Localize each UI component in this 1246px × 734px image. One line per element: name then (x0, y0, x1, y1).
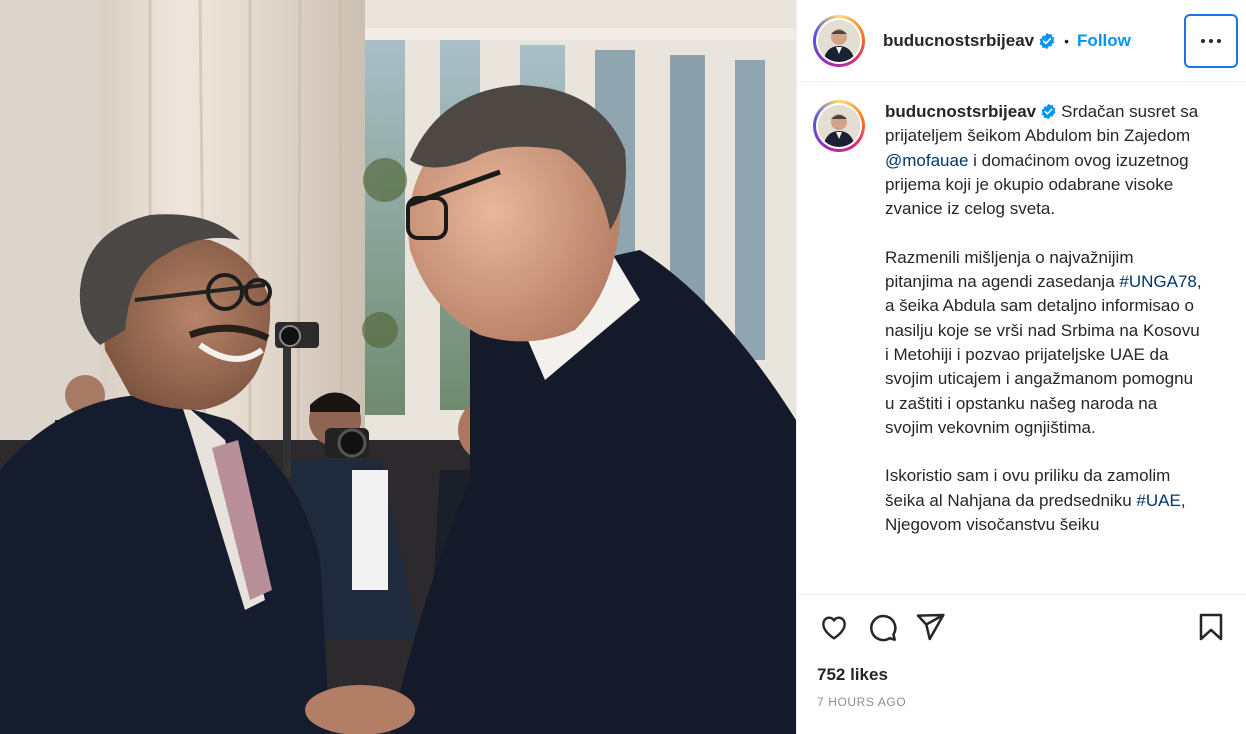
story-ring[interactable] (813, 14, 865, 67)
caption-text: buducnostsrbijeav Srdačan susret sa prija… (885, 100, 1205, 562)
caption-avatar (818, 105, 860, 147)
separator-dot: • (1064, 32, 1070, 49)
post-sidebar: buducnostsrbijeav • Follow buducnostsrbi… (796, 0, 1246, 734)
post-header: buducnostsrbijeav • Follow (797, 0, 1246, 82)
username-link[interactable]: buducnostsrbijeav (883, 31, 1034, 51)
post-photo[interactable] (0, 0, 796, 734)
caption-story-ring[interactable] (813, 100, 865, 152)
like-button[interactable] (817, 610, 851, 644)
verified-badge-icon (1039, 32, 1055, 49)
instagram-post: buducnostsrbijeav • Follow buducnostsrbi… (0, 0, 1246, 734)
action-bar (817, 609, 1230, 645)
caption-area: buducnostsrbijeav Srdačan susret sa prija… (797, 82, 1246, 594)
caption-paragraph-2: Razmenili mišljenja o najvažnijim pitanj… (885, 247, 1202, 437)
hashtag-link[interactable]: #UAE (1136, 491, 1180, 510)
caption-paragraph-3: Iskoristio sam i ovu priliku da zamolim … (885, 466, 1186, 535)
caption-username[interactable]: buducnostsrbijeav (885, 102, 1036, 121)
photo-illustration (0, 0, 796, 734)
avatar (818, 19, 860, 62)
caption-verified-badge-icon (1041, 103, 1056, 120)
share-button[interactable] (913, 610, 947, 644)
heart-icon (822, 616, 846, 640)
caption-paragraph-1: buducnostsrbijeav Srdačan susret sa prija… (885, 102, 1199, 219)
comment-icon (870, 614, 897, 642)
more-options-icon (1201, 39, 1205, 43)
mention-link[interactable]: @mofauae (885, 151, 968, 170)
post-timestamp[interactable]: 7 HOURS AGO (817, 695, 1230, 709)
bookmark-icon (1199, 613, 1223, 641)
caption: buducnostsrbijeav Srdačan susret sa prija… (813, 100, 1230, 562)
comment-button[interactable] (865, 610, 899, 644)
follow-button[interactable]: Follow (1077, 31, 1131, 51)
send-icon (916, 613, 945, 641)
like-count[interactable]: 752 likes (817, 665, 1230, 685)
save-button[interactable] (1194, 610, 1228, 644)
more-options-button[interactable] (1184, 14, 1238, 68)
hashtag-link[interactable]: #UNGA78 (1119, 272, 1196, 291)
post-actions: 752 likes 7 HOURS AGO (797, 594, 1246, 734)
